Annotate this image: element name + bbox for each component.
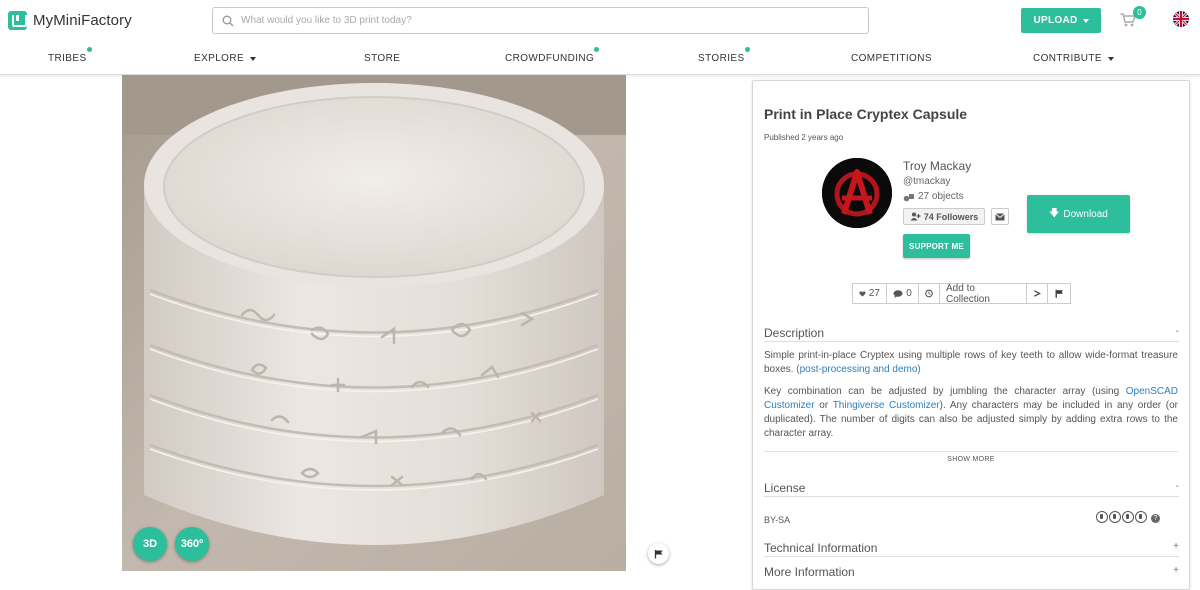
uk-flag-icon[interactable] — [1173, 11, 1189, 27]
object-title: Print in Place Cryptex Capsule — [764, 106, 968, 122]
nav-crowdfunding[interactable]: CROWDFUNDING — [505, 47, 600, 64]
chevron-down-icon — [1108, 56, 1114, 61]
description-paragraph-1: Simple print-in-place Cryptex using mult… — [764, 349, 1178, 377]
message-button[interactable] — [991, 208, 1009, 225]
nav-contribute[interactable]: CONTRIBUTE — [1033, 53, 1114, 64]
nav-competitions-label: COMPETITIONS — [851, 53, 932, 64]
envelope-icon — [995, 212, 1005, 220]
objects-icon — [903, 193, 914, 201]
view-360-button[interactable]: 360º — [175, 527, 209, 561]
object-actions: 27 0 Add to Collection — [852, 283, 1071, 305]
more-info-header[interactable]: More Information + — [764, 565, 1179, 581]
brand-name: MyMiniFactory — [33, 12, 132, 29]
followers-count: 74 Followers — [923, 211, 979, 222]
nav-stories[interactable]: STORIES — [698, 47, 750, 64]
share-icon — [1034, 290, 1041, 297]
collapse-toggle[interactable]: - — [1176, 326, 1179, 337]
license-heading: License — [764, 481, 806, 495]
description-paragraph-2: Key combination can be adjusted by jumbl… — [764, 385, 1178, 441]
author-handle: @tmackay — [903, 176, 951, 187]
heart-icon — [859, 290, 866, 297]
report-image-button[interactable] — [648, 543, 669, 564]
more-info-heading: More Information — [764, 565, 855, 579]
new-indicator-dot — [744, 47, 750, 52]
author-name[interactable]: Troy Mackay — [903, 159, 971, 173]
nav-stories-label: STORIES — [698, 53, 745, 64]
share-button[interactable] — [1026, 283, 1048, 304]
comment-count: 0 — [906, 288, 912, 299]
technical-info-heading: Technical Information — [764, 541, 878, 555]
search-bar[interactable] — [212, 7, 869, 34]
help-icon[interactable]: ? — [1151, 514, 1160, 523]
remix-icon — [1135, 511, 1147, 523]
nav-explore[interactable]: EXPLORE — [194, 53, 257, 64]
nav-competitions[interactable]: COMPETITIONS — [851, 53, 932, 64]
view-3d-button[interactable]: 3D — [133, 527, 167, 561]
search-icon — [222, 15, 234, 26]
share-alike-icon — [1122, 511, 1134, 523]
published-date: Published 2 years ago — [764, 133, 844, 142]
description-header[interactable]: Description - — [764, 326, 1179, 342]
license-icons: ? — [1096, 511, 1160, 523]
like-count: 27 — [868, 288, 880, 299]
follow-button[interactable]: 74 Followers — [903, 208, 985, 225]
print-later-button[interactable] — [918, 283, 940, 304]
upload-label: UPLOAD — [1033, 15, 1078, 26]
support-me-button[interactable]: SUPPORT ME — [903, 234, 970, 258]
flag-icon — [654, 549, 662, 558]
nav-tribes-label: TRIBES — [48, 53, 87, 64]
nav-store[interactable]: STORE — [364, 53, 400, 64]
add-to-collection-button[interactable]: Add to Collection — [939, 283, 1027, 305]
cc-icon — [1096, 511, 1108, 523]
new-indicator-dot — [594, 47, 600, 52]
license-header[interactable]: License - — [764, 481, 1179, 497]
comment-button[interactable]: 0 — [886, 283, 919, 304]
search-input[interactable] — [241, 15, 841, 26]
object-photo[interactable] — [122, 75, 626, 571]
like-button[interactable]: 27 — [852, 283, 887, 304]
author-objects[interactable]: 27 objects — [903, 191, 964, 202]
main-nav: TRIBES EXPLORE STORE CROWDFUNDING STORIE… — [0, 44, 1200, 75]
expand-toggle[interactable]: + — [1173, 541, 1179, 552]
top-bar: MyMiniFactory UPLOAD 0 — [0, 0, 1200, 44]
download-label: Download — [1063, 208, 1108, 220]
brand-logo[interactable]: MyMiniFactory — [8, 11, 132, 30]
comment-icon — [893, 289, 903, 298]
add-user-icon — [910, 212, 921, 221]
nav-contribute-label: CONTRIBUTE — [1033, 53, 1102, 64]
collapse-toggle[interactable]: - — [1176, 481, 1179, 492]
show-more-button[interactable]: SHOW MORE — [764, 451, 1178, 463]
attribution-icon — [1109, 511, 1121, 523]
new-indicator-dot — [86, 47, 92, 52]
nav-tribes[interactable]: TRIBES — [48, 47, 92, 64]
cart-count-badge: 0 — [1133, 6, 1146, 19]
thingiverse-customizer-link[interactable]: Thingiverse Customizer — [833, 400, 940, 411]
author-objects-label: 27 objects — [918, 191, 964, 202]
nav-crowdfunding-label: CROWDFUNDING — [505, 53, 595, 64]
report-button[interactable] — [1047, 283, 1071, 304]
license-value: BY-SA — [764, 515, 791, 525]
nav-explore-label: EXPLORE — [194, 53, 245, 64]
chevron-down-icon — [1082, 18, 1089, 23]
logo-icon — [8, 11, 27, 30]
download-arrow-icon: 🡇 — [1049, 207, 1060, 219]
flag-icon — [1055, 289, 1063, 298]
expand-toggle[interactable]: + — [1173, 565, 1179, 576]
nav-store-label: STORE — [364, 53, 401, 64]
author-avatar[interactable] — [822, 158, 892, 228]
description-text: or — [819, 400, 829, 411]
description-text: Key combination can be adjusted by jumbl… — [764, 386, 1120, 397]
chevron-down-icon — [250, 56, 257, 61]
post-processing-link[interactable]: (post-processing and demo) — [796, 364, 921, 375]
description-heading: Description — [764, 326, 825, 340]
upload-button[interactable]: UPLOAD — [1021, 8, 1101, 33]
clock-icon — [925, 289, 933, 298]
technical-info-header[interactable]: Technical Information + — [764, 541, 1179, 557]
download-button[interactable]: 🡇 Download — [1027, 195, 1130, 233]
